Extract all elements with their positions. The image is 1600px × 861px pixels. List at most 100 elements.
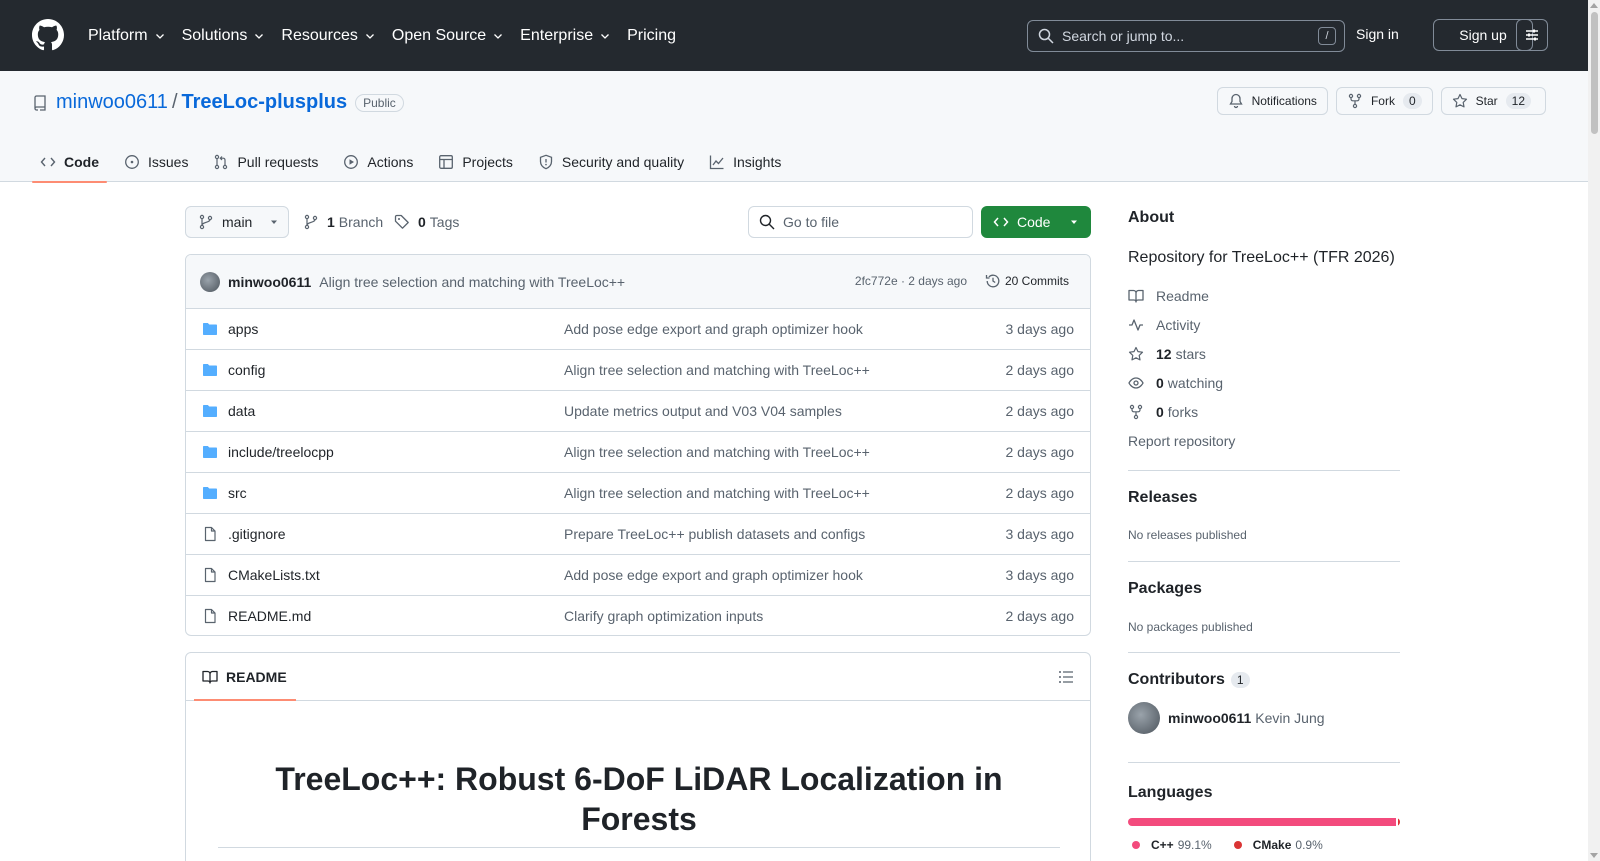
table-row[interactable]: README.md Clarify graph optimization inpu…	[186, 596, 1090, 635]
table-row[interactable]: .gitignore Prepare TreeLoc++ publish data…	[186, 514, 1090, 555]
commit-message-link[interactable]: Align tree selection and matching with T…	[319, 274, 625, 290]
repo-separator: /	[171, 91, 178, 113]
file-icon	[204, 526, 216, 542]
code-dropdown-button[interactable]: Code	[981, 206, 1091, 238]
star-button[interactable]: Star 12	[1440, 87, 1546, 115]
forks-link[interactable]: 0 forks	[1128, 404, 1198, 420]
file-commit-link[interactable]: Align tree selection and matching with T…	[564, 485, 870, 501]
menu-button[interactable]	[1516, 19, 1548, 51]
chevron-down-icon	[255, 34, 264, 39]
file-age: 3 days ago	[1005, 567, 1075, 583]
commits-history-link[interactable]: 20 Commits	[985, 273, 1069, 289]
releases-heading[interactable]: Releases	[1128, 489, 1197, 507]
file-name-link[interactable]: data	[228, 403, 255, 419]
languages-heading: Languages	[1128, 784, 1213, 801]
code-button-label: Code	[1017, 214, 1051, 230]
language-item[interactable]: CMake 0.9%	[1233, 838, 1323, 852]
nav-solutions[interactable]: Solutions	[182, 24, 266, 48]
star-label: Star	[1475, 94, 1498, 108]
file-name-link[interactable]: .gitignore	[228, 526, 286, 542]
file-name-link[interactable]: apps	[228, 321, 258, 337]
language-item[interactable]: C++ 99.1%	[1132, 838, 1212, 852]
tab-pull-requests[interactable]: Pull requests	[205, 142, 326, 182]
stars-link[interactable]: 12 stars	[1128, 346, 1206, 362]
divider	[1128, 561, 1400, 562]
branches-link[interactable]: 1 Branch	[303, 214, 383, 230]
scroll-up-arrow[interactable]	[1590, 3, 1598, 8]
file-name-link[interactable]: include/treelocpp	[228, 444, 334, 460]
triangle-down-icon	[271, 220, 278, 224]
file-name-link[interactable]: CMakeLists.txt	[228, 567, 320, 583]
file-commit-link[interactable]: Align tree selection and matching with T…	[564, 362, 870, 378]
avatar[interactable]	[200, 271, 220, 292]
tab-issues[interactable]: Issues	[116, 142, 196, 182]
nav-pricing[interactable]: Pricing	[627, 24, 676, 48]
table-row[interactable]: CMakeLists.txt Add pose edge export and g…	[186, 555, 1090, 596]
nav-enterprise[interactable]: Enterprise	[520, 24, 611, 48]
tab-code[interactable]: Code	[32, 142, 107, 183]
page-scrollbar[interactable]	[1588, 0, 1600, 861]
readme-tab-underline	[194, 699, 296, 701]
file-name-link[interactable]: src	[228, 485, 247, 501]
file-rows: apps Add pose edge export and graph optim…	[186, 309, 1090, 635]
report-repository-link[interactable]: Report repository	[1128, 433, 1235, 449]
readme-title: TreeLoc++: Robust 6-DoF LiDAR Localizati…	[275, 761, 1003, 837]
sign-in-link[interactable]: Sign in	[1356, 26, 1399, 42]
file-commit-link[interactable]: Add pose edge export and graph optimizer…	[564, 321, 863, 337]
play-icon	[344, 155, 359, 169]
file-name-link[interactable]: config	[228, 362, 265, 378]
tab-projects[interactable]: Projects	[430, 142, 521, 182]
readme-tab[interactable]: README	[202, 669, 287, 685]
chevron-down-icon	[494, 34, 503, 39]
star-count: 12	[1505, 93, 1531, 109]
file-name-link[interactable]: README.md	[228, 608, 311, 624]
file-age: 3 days ago	[1005, 321, 1075, 337]
commit-hash-link[interactable]: 2fc772e · 2 days ago	[855, 274, 967, 288]
packages-heading[interactable]: Packages	[1128, 580, 1202, 598]
table-icon	[439, 155, 454, 169]
nav-platform[interactable]: Platform	[88, 24, 166, 48]
readme-link[interactable]: Readme	[1128, 288, 1209, 304]
contributor-item[interactable]: minwoo0611 Kevin Jung	[1128, 702, 1325, 734]
search-icon	[759, 214, 775, 230]
scroll-down-arrow[interactable]	[1590, 853, 1598, 858]
file-toolbar: main 1 Branch 0 Tags Go to file Code	[185, 206, 1091, 238]
global-search-input[interactable]: Search or jump to... /	[1027, 20, 1345, 52]
packages-note: No packages published	[1128, 620, 1253, 634]
folder-icon	[203, 364, 217, 376]
nav-open-source[interactable]: Open Source	[392, 24, 504, 48]
file-commit-link[interactable]: Add pose edge export and graph optimizer…	[564, 567, 863, 583]
table-row[interactable]: data Update metrics output and V03 V04 sa…	[186, 391, 1090, 432]
watchers-link[interactable]: 0 watching	[1128, 375, 1223, 391]
nav-resources[interactable]: Resources	[281, 24, 375, 48]
github-logo-icon[interactable]	[32, 19, 64, 51]
table-row[interactable]: src Align tree selection and matching wit…	[186, 473, 1090, 514]
nav-label: Solutions	[181, 27, 248, 44]
list-unordered-icon[interactable]	[1058, 669, 1074, 685]
folder-icon	[203, 446, 217, 458]
file-commit-link[interactable]: Prepare TreeLoc++ publish datasets and c…	[564, 526, 865, 542]
notifications-button[interactable]: Notifications	[1216, 87, 1328, 115]
scrollbar-thumb[interactable]	[1591, 12, 1598, 134]
chevron-down-icon	[365, 34, 374, 39]
branch-select-button[interactable]: main	[185, 206, 289, 238]
file-commit-link[interactable]: Clarify graph optimization inputs	[564, 608, 763, 624]
fork-button[interactable]: Fork 0	[1335, 87, 1433, 115]
tab-insights[interactable]: Insights	[701, 142, 789, 182]
contributors-label: Contributors	[1128, 671, 1225, 688]
tab-security[interactable]: Security and quality	[530, 142, 692, 182]
repo-owner-link[interactable]: minwoo0611	[56, 91, 168, 114]
repo-name-link[interactable]: TreeLoc-plusplus	[182, 91, 348, 114]
contributors-heading[interactable]: Contributors 1	[1128, 671, 1250, 689]
file-commit-link[interactable]: Update metrics output and V03 V04 sample…	[564, 403, 842, 419]
activity-link[interactable]: Activity	[1128, 317, 1200, 333]
tags-link[interactable]: 0 Tags	[394, 214, 459, 230]
table-row[interactable]: config Align tree selection and matching …	[186, 350, 1090, 391]
language-bar-segment	[1128, 818, 1396, 826]
go-to-file-input[interactable]: Go to file	[748, 206, 973, 238]
tab-actions[interactable]: Actions	[335, 142, 421, 182]
commit-author-link[interactable]: minwoo0611	[228, 274, 311, 290]
table-row[interactable]: apps Add pose edge export and graph optim…	[186, 309, 1090, 350]
table-row[interactable]: include/treelocpp Align tree selection an…	[186, 432, 1090, 473]
file-commit-link[interactable]: Align tree selection and matching with T…	[564, 444, 870, 460]
